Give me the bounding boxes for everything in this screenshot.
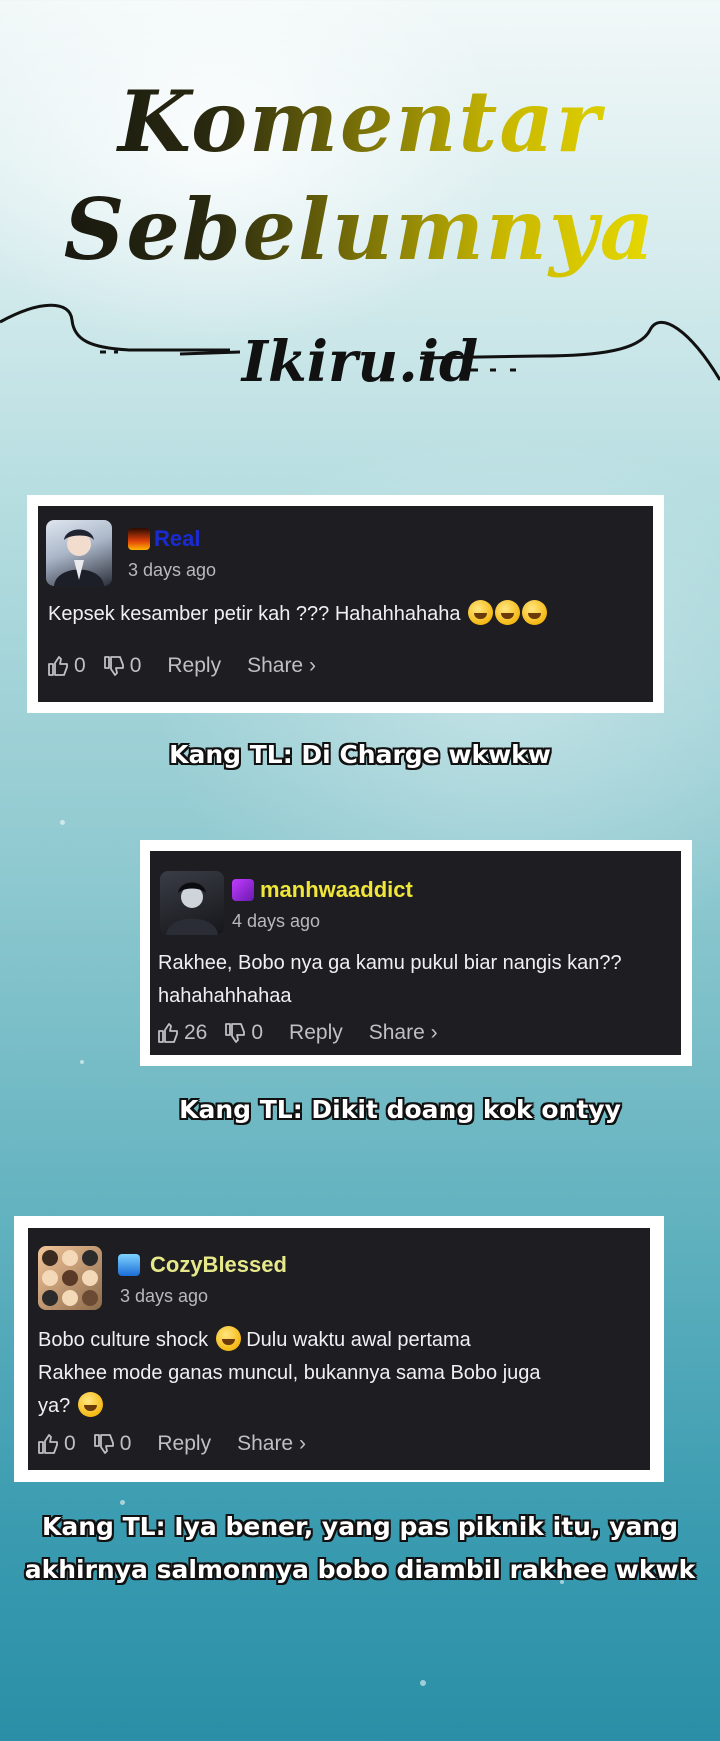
avatar-collage-icon bbox=[42, 1250, 98, 1306]
comment-card: Real 3 days ago Kepsek kesamber petir ka… bbox=[38, 506, 653, 702]
share-button[interactable]: Share › bbox=[369, 1021, 438, 1045]
comment-text-line: Bobo culture shock Dulu waktu awal perta… bbox=[38, 1324, 541, 1357]
rank-badge-icon bbox=[232, 879, 254, 901]
translator-note-line1: Kang TL: Iya bener, yang pas piknik itu,… bbox=[41, 1512, 679, 1541]
translator-note: Kang TL: Dikit doang kok ontyy bbox=[179, 1095, 621, 1124]
comment-text-line: Rakhee, Bobo nya ga kamu pukul biar nang… bbox=[158, 952, 622, 974]
avatar[interactable] bbox=[38, 1246, 102, 1310]
dislike-count: 0 bbox=[129, 654, 142, 677]
timestamp: 3 days ago bbox=[128, 560, 217, 580]
background-speck bbox=[60, 820, 65, 825]
comment-actions: 0 0 Reply Share › bbox=[46, 654, 332, 678]
laughing-sweat-emoji-icon bbox=[522, 600, 548, 625]
avatar[interactable] bbox=[46, 520, 112, 586]
username[interactable]: manhwaaddict bbox=[260, 877, 413, 903]
like-count: 0 bbox=[74, 654, 86, 677]
translator-note-line2: akhirnya salmonnya bobo diambil rakhee w… bbox=[24, 1555, 696, 1584]
brand-watermark: Ikiru.id bbox=[241, 329, 479, 395]
comment-actions: 26 0 Reply Share › bbox=[156, 1021, 454, 1045]
like-button[interactable]: 26 bbox=[156, 1021, 207, 1045]
comment-text: Rakhee, Bobo nya ga kamu pukul biar nang… bbox=[158, 947, 622, 1013]
thumbs-up-icon bbox=[38, 1434, 58, 1454]
comment-text-content: ya? bbox=[38, 1395, 71, 1417]
translator-note: Kang TL: Di Charge wkwkw bbox=[169, 740, 551, 769]
comment-text: Bobo culture shock Dulu waktu awal perta… bbox=[38, 1324, 541, 1423]
reply-button[interactable]: Reply bbox=[289, 1021, 343, 1045]
thumbs-up-icon bbox=[158, 1023, 178, 1043]
dislike-button[interactable]: 0 bbox=[92, 1432, 132, 1456]
comment-card: CozyBlessed 3 days ago Bobo culture shoc… bbox=[28, 1228, 650, 1470]
comment-actions: 0 0 Reply Share › bbox=[36, 1432, 322, 1456]
avatar[interactable] bbox=[160, 871, 224, 935]
like-button[interactable]: 0 bbox=[46, 654, 86, 678]
timestamp: 3 days ago bbox=[120, 1286, 209, 1306]
like-count: 0 bbox=[64, 1432, 76, 1455]
timestamp: 4 days ago bbox=[232, 911, 321, 931]
comment-text: Kepsek kesamber petir kah ??? Hahahhahah… bbox=[48, 598, 548, 631]
rank-badge-icon bbox=[118, 1254, 140, 1276]
laughing-sweat-emoji-icon bbox=[468, 600, 494, 625]
comment-text-content: Kepsek kesamber petir kah ??? Hahahhahah… bbox=[48, 603, 461, 625]
comment-text-line: hahahahhahaa bbox=[158, 985, 292, 1007]
laughing-sweat-emoji-icon bbox=[495, 600, 521, 625]
background-speck bbox=[80, 1060, 84, 1064]
dislike-count: 0 bbox=[251, 1021, 264, 1044]
dislike-button[interactable]: 0 bbox=[102, 654, 142, 678]
reply-button[interactable]: Reply bbox=[157, 1432, 211, 1456]
comment-text-line: ya? bbox=[38, 1390, 541, 1423]
thumbs-down-icon bbox=[103, 656, 124, 676]
comment-card: manhwaaddict 4 days ago Rakhee, Bobo nya… bbox=[150, 851, 681, 1055]
background-speck bbox=[420, 1680, 426, 1686]
username[interactable]: Real bbox=[154, 526, 200, 552]
username[interactable]: CozyBlessed bbox=[150, 1252, 287, 1278]
rank-badge-icon bbox=[128, 528, 150, 550]
page-title-line2: Sebelumnya bbox=[0, 180, 720, 280]
like-button[interactable]: 0 bbox=[36, 1432, 76, 1456]
comment-text-line: Rakhee mode ganas muncul, bukannya sama … bbox=[38, 1362, 541, 1384]
comment-text-content: Bobo culture shock bbox=[38, 1329, 209, 1351]
background-speck bbox=[120, 1500, 125, 1505]
thumbs-up-icon bbox=[48, 656, 68, 676]
thinking-emoji-icon bbox=[77, 1392, 103, 1417]
avatar-portrait-icon bbox=[54, 529, 104, 586]
dislike-button[interactable]: 0 bbox=[223, 1021, 263, 1045]
page-title-line1: Komentar bbox=[0, 72, 720, 172]
thumbs-down-icon bbox=[93, 1434, 114, 1454]
thumbs-down-icon bbox=[225, 1023, 246, 1043]
avatar-portrait-icon bbox=[166, 882, 218, 935]
rolling-laughing-emoji-icon bbox=[215, 1326, 241, 1351]
share-button[interactable]: Share › bbox=[237, 1432, 306, 1456]
dislike-count: 0 bbox=[119, 1432, 132, 1455]
share-button[interactable]: Share › bbox=[247, 654, 316, 678]
like-count: 26 bbox=[184, 1021, 208, 1044]
reply-button[interactable]: Reply bbox=[167, 654, 221, 678]
comment-text-content: Dulu waktu awal pertama bbox=[246, 1329, 471, 1351]
